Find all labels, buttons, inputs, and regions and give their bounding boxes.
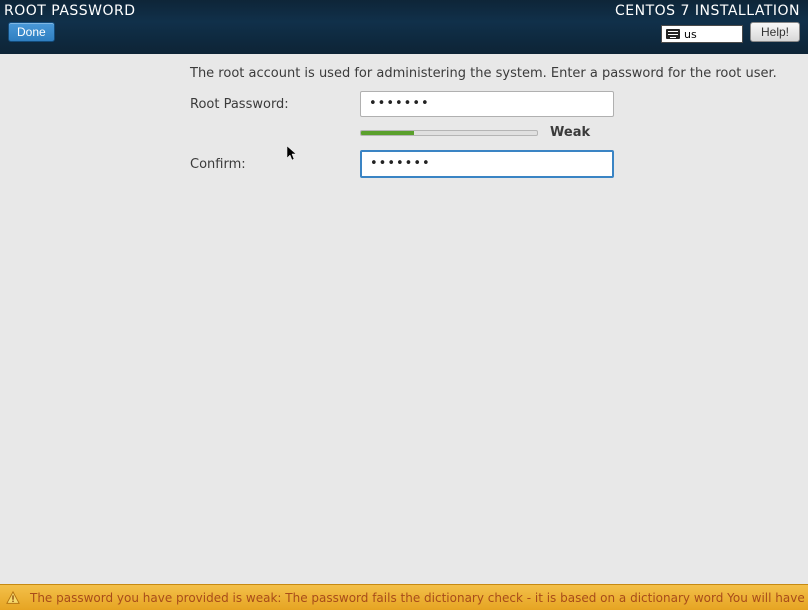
password-strength-row: Weak: [360, 125, 788, 140]
header-bar: ROOT PASSWORD Done CENTOS 7 INSTALLATION…: [0, 0, 808, 54]
warning-icon: [6, 591, 20, 605]
confirm-password-label: Confirm:: [190, 157, 360, 172]
password-strength-meter: [360, 130, 538, 136]
keyboard-layout-label: us: [684, 28, 697, 41]
root-password-label: Root Password:: [190, 97, 360, 112]
confirm-password-input[interactable]: •••••••: [360, 150, 614, 178]
warning-bar: The password you have provided is weak: …: [0, 584, 808, 610]
installer-title: CENTOS 7 INSTALLATION: [615, 3, 800, 19]
keyboard-layout-selector[interactable]: us: [661, 25, 743, 43]
page-title: ROOT PASSWORD: [4, 3, 136, 19]
instructions-text: The root account is used for administeri…: [190, 66, 788, 81]
password-strength-fill: [361, 131, 414, 135]
warning-message: The password you have provided is weak: …: [30, 591, 808, 605]
keyboard-icon: [666, 29, 680, 39]
confirm-password-row: Confirm: •••••••: [190, 150, 788, 178]
help-button[interactable]: Help!: [750, 22, 800, 42]
done-button[interactable]: Done: [8, 22, 55, 42]
root-password-input[interactable]: •••••••: [360, 91, 614, 117]
root-password-row: Root Password: •••••••: [190, 91, 788, 117]
password-strength-label: Weak: [550, 125, 590, 140]
content-area: The root account is used for administeri…: [0, 54, 808, 178]
